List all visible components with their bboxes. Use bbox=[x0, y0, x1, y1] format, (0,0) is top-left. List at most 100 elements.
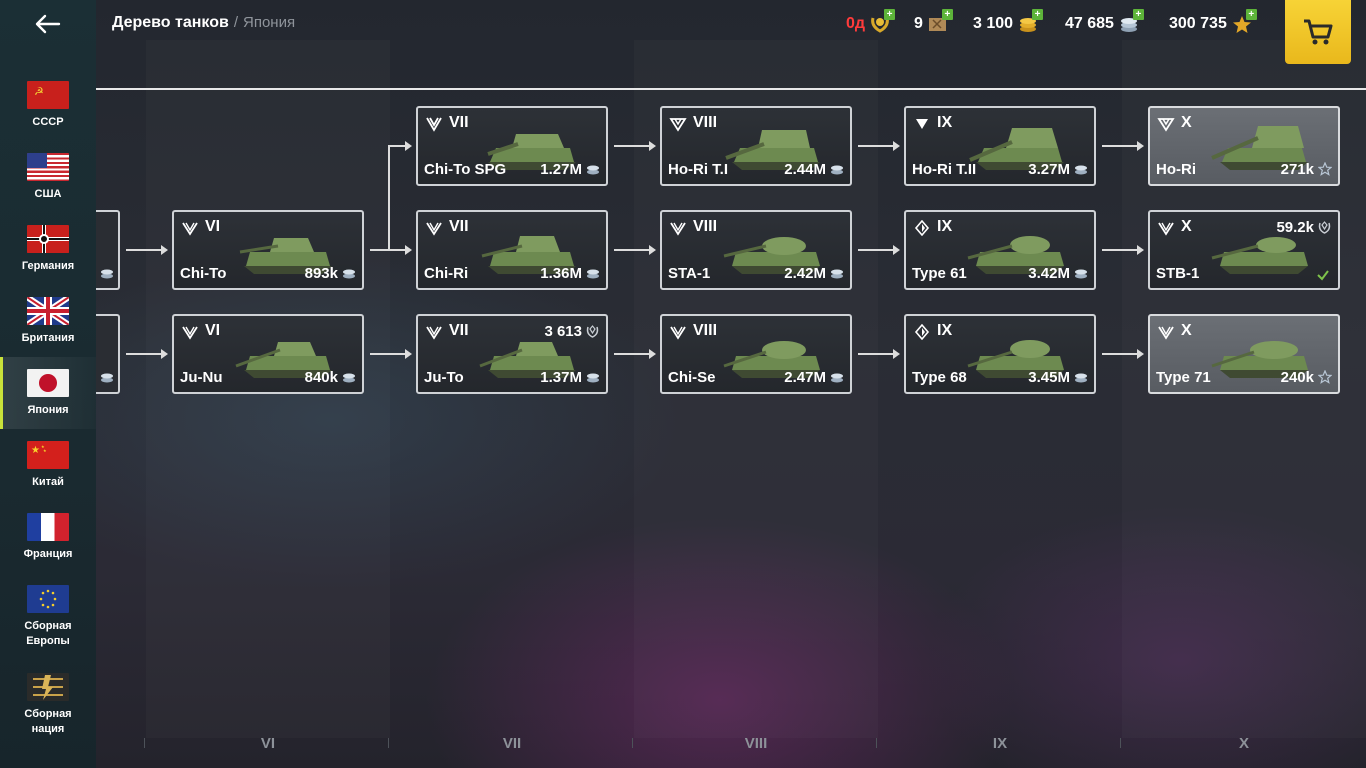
tree-arrow bbox=[370, 245, 412, 255]
tier-label: VIII bbox=[744, 735, 768, 752]
tank-card-chi-se[interactable]: VIII Chi-Se 2.47M bbox=[660, 314, 852, 394]
nation-uk[interactable]: Британия bbox=[0, 289, 96, 361]
tank-tier: IX bbox=[937, 114, 953, 131]
nation-mercenary[interactable]: Сборная нация bbox=[0, 665, 96, 745]
tank-card-type-61[interactable]: IX Type 61 3.42M bbox=[904, 210, 1096, 290]
medium-tank-icon bbox=[1158, 326, 1174, 340]
back-button[interactable] bbox=[28, 8, 68, 40]
nation-ussr[interactable]: ☭ СССР bbox=[0, 73, 96, 145]
star-icon: + bbox=[1231, 9, 1257, 34]
breadcrumb-separator: / bbox=[233, 14, 238, 31]
tank-card-ho-ri-t1[interactable]: VIII Ho-Ri T.I 2.44M bbox=[660, 106, 852, 186]
tank-card-stb-1[interactable]: X 59.2k STB-1 bbox=[1148, 210, 1340, 290]
tank-tier: IX bbox=[937, 218, 953, 235]
tank-card-ho-ri[interactable]: X Ho-Ri 271k bbox=[1148, 106, 1340, 186]
tank-price: 1.37M bbox=[540, 369, 582, 386]
tank-card-ju-to[interactable]: VII 3 613 Ju-To 1.37M bbox=[416, 314, 608, 394]
tree-arrow bbox=[389, 141, 412, 151]
nation-label: Сборная нация bbox=[24, 708, 72, 735]
medium-tank-icon bbox=[426, 326, 442, 340]
ussr-flag-icon: ☭ bbox=[27, 81, 69, 109]
tank-name: Ho-Ri bbox=[1156, 161, 1196, 178]
silver-coin-icon bbox=[587, 269, 599, 279]
tank-card-chi-ri[interactable]: VII Chi-Ri 1.36M bbox=[416, 210, 608, 290]
add-credits-icon[interactable]: + bbox=[1132, 9, 1144, 20]
tank-card-ho-ri-t2[interactable]: IX Ho-Ri T.II 3.27M bbox=[904, 106, 1096, 186]
tree-arrow bbox=[858, 349, 900, 359]
tank-name: Ju-To bbox=[424, 369, 464, 386]
checkmark-icon bbox=[1317, 270, 1329, 281]
tank-name: Type 61 bbox=[912, 265, 967, 282]
gold-counter[interactable]: 3 100 + bbox=[973, 9, 1044, 34]
add-booster-icon[interactable]: + bbox=[941, 9, 953, 20]
tree-arrow bbox=[614, 245, 656, 255]
nation-europe[interactable]: Сборная Европы bbox=[0, 577, 96, 657]
free-xp-value: 300 735 bbox=[1169, 15, 1227, 32]
tier-label: IX bbox=[992, 735, 1008, 752]
tank-card-chi-to[interactable]: VI Chi-To 893k bbox=[172, 210, 364, 290]
tank-price: 1.27M bbox=[540, 161, 582, 178]
mercenary-flag-icon bbox=[27, 673, 69, 701]
page-subtitle: Япония bbox=[242, 14, 296, 31]
nation-label: СССР bbox=[32, 116, 64, 128]
nation-label: Япония bbox=[27, 404, 69, 416]
tree-arrow bbox=[858, 141, 900, 151]
tank-name: Ju-Nu bbox=[180, 369, 223, 386]
tank-name: Chi-Ri bbox=[424, 265, 469, 282]
tank-price: 893k bbox=[304, 265, 338, 282]
medium-tank-icon bbox=[670, 326, 686, 340]
tank-price: 3.27M bbox=[1028, 161, 1070, 178]
gold-coin-icon: + bbox=[1017, 9, 1044, 34]
tank-name: Ho-Ri T.I bbox=[668, 161, 728, 178]
medium-tank-icon bbox=[182, 222, 198, 236]
light-tank-icon bbox=[914, 220, 930, 236]
nation-france[interactable]: Франция bbox=[0, 505, 96, 577]
tank-card-type-68[interactable]: IX Type 68 3.45M bbox=[904, 314, 1096, 394]
tank-price: 2.42M bbox=[784, 265, 826, 282]
booster-counter[interactable]: 9 + bbox=[914, 9, 953, 34]
header-divider bbox=[96, 88, 1366, 90]
silver-coin-icon bbox=[1075, 373, 1087, 383]
tank-card-partial[interactable] bbox=[96, 210, 120, 290]
booster-value: 9 bbox=[914, 15, 923, 32]
nation-japan[interactable]: Япония bbox=[0, 357, 96, 429]
tree-arrow bbox=[1102, 141, 1144, 151]
tree-arrow bbox=[126, 245, 168, 255]
tree-arrow bbox=[614, 349, 656, 359]
nation-usa[interactable]: США bbox=[0, 145, 96, 217]
add-gold-icon[interactable]: + bbox=[1032, 9, 1044, 20]
free-xp-counter[interactable]: 300 735 + bbox=[1169, 9, 1257, 34]
nation-germany[interactable]: Германия bbox=[0, 217, 96, 289]
tank-card-ju-nu[interactable]: VI Ju-Nu 840k bbox=[172, 314, 364, 394]
nation-china[interactable]: ★ ★ ★ Китай bbox=[0, 433, 96, 505]
tank-card-partial[interactable] bbox=[96, 314, 120, 394]
tank-name: Type 71 bbox=[1156, 369, 1211, 386]
tank-card-chi-to-spg[interactable]: VII Chi-To SPG 1.27M bbox=[416, 106, 608, 186]
tank-card-sta-1[interactable]: VIII STA-1 2.42M bbox=[660, 210, 852, 290]
arrow-left-icon bbox=[35, 14, 61, 34]
add-free-xp-icon[interactable]: + bbox=[1245, 9, 1257, 20]
nation-label: Сборная Европы bbox=[24, 620, 72, 647]
add-premium-icon[interactable]: + bbox=[884, 9, 896, 20]
tier-tick bbox=[632, 738, 633, 748]
tank-name: STA-1 bbox=[668, 265, 711, 282]
tank-name: STB-1 bbox=[1156, 265, 1200, 282]
svg-text:☭: ☭ bbox=[34, 86, 44, 98]
tier-tick bbox=[1120, 738, 1121, 748]
usa-flag-icon bbox=[27, 153, 69, 181]
tank-tier: IX bbox=[937, 322, 953, 339]
uk-flag-icon bbox=[27, 297, 69, 325]
tree-arrow bbox=[614, 141, 656, 151]
tank-tier: X bbox=[1181, 322, 1192, 339]
tank-tier: X bbox=[1181, 114, 1192, 131]
premium-counter[interactable]: 0д + bbox=[846, 9, 896, 34]
credits-counter[interactable]: 47 685 + bbox=[1065, 9, 1144, 34]
tank-price: 240k bbox=[1280, 369, 1314, 386]
silver-coin-icon bbox=[831, 373, 843, 383]
tank-card-type-71[interactable]: X Type 71 240k bbox=[1148, 314, 1340, 394]
japan-flag-icon bbox=[27, 369, 69, 397]
silver-coin-icon bbox=[587, 165, 599, 175]
nation-label: Китай bbox=[32, 476, 64, 488]
shop-button[interactable] bbox=[1285, 0, 1351, 64]
tank-name: Chi-To SPG bbox=[424, 161, 507, 178]
